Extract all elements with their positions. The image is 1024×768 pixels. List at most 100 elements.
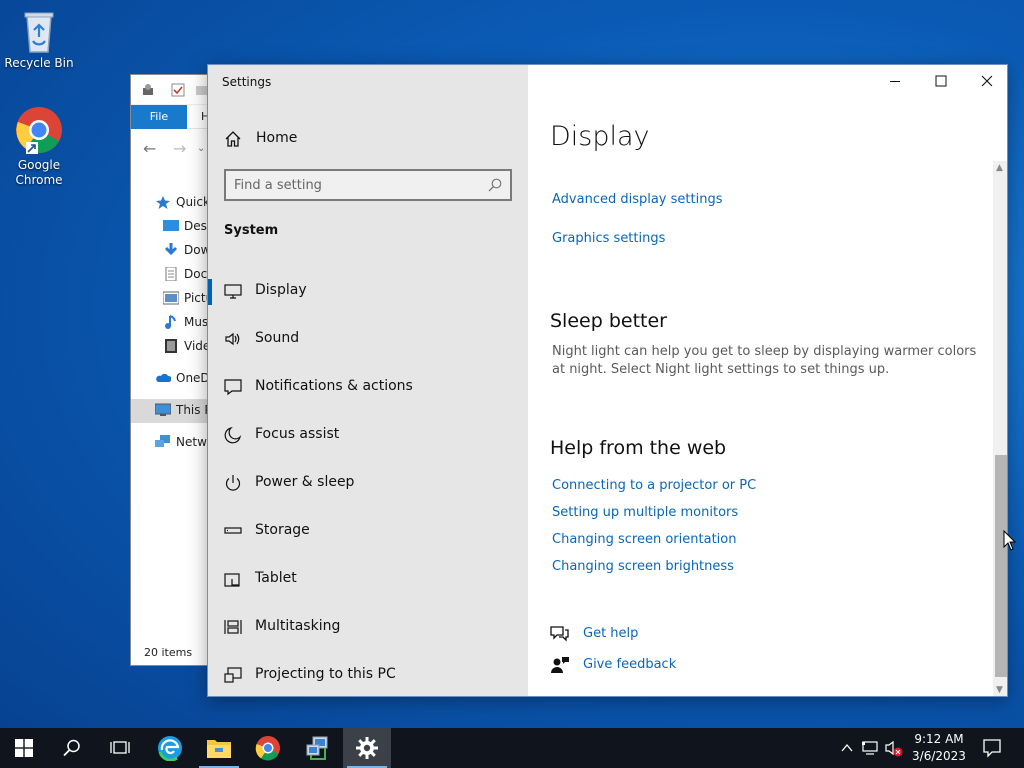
- clock-time: 9:12 AM: [914, 732, 964, 746]
- checkbox-icon[interactable]: [171, 83, 185, 97]
- edge-icon: [158, 736, 182, 761]
- taskbar-search-button[interactable]: [48, 728, 96, 768]
- taskbar-settings-button[interactable]: [343, 728, 391, 768]
- find-setting-input[interactable]: [234, 175, 474, 195]
- chrome-icon: [16, 107, 62, 154]
- volume-muted-icon[interactable]: [884, 728, 904, 768]
- power-icon: [225, 475, 241, 491]
- minimize-button[interactable]: [872, 65, 918, 97]
- tree-item-documents[interactable]: Docu: [131, 263, 219, 287]
- maximize-icon: [935, 75, 947, 87]
- file-tab[interactable]: File: [131, 105, 187, 129]
- task-view-button[interactable]: [96, 728, 144, 768]
- settings-gear-icon: [356, 737, 378, 759]
- home-icon: [225, 131, 241, 147]
- desktop-icon-google-chrome[interactable]: Google Chrome: [1, 104, 77, 188]
- tablet-icon: [224, 573, 240, 587]
- maximize-button[interactable]: [918, 65, 964, 97]
- tree-item-desktop[interactable]: Desk: [131, 215, 219, 239]
- settings-content-pane: Display Advanced display settings Graphi…: [528, 65, 1007, 696]
- mouse-pointer-icon: [1003, 530, 1017, 551]
- explorer-nav-bar: ← → ⌄: [131, 129, 219, 169]
- show-hidden-icons-chevron-icon[interactable]: [840, 728, 854, 768]
- scroll-down-icon[interactable]: ▼: [996, 685, 1003, 695]
- nav-item-notifications[interactable]: Notifications & actions: [208, 367, 528, 407]
- content-scrollbar[interactable]: ▲ ▼: [993, 161, 1007, 696]
- this-pc-icon: [155, 403, 171, 416]
- sleep-better-description: Night light can help you get to sleep by…: [552, 344, 977, 377]
- properties-icon[interactable]: [141, 83, 155, 97]
- taskbar-chrome-button[interactable]: [244, 728, 292, 768]
- forward-arrow-icon[interactable]: →: [173, 139, 186, 158]
- nav-item-tablet[interactable]: Tablet: [208, 559, 528, 599]
- get-help-link[interactable]: Get help: [583, 626, 638, 641]
- chevron-down-icon[interactable]: ⌄: [197, 143, 205, 154]
- home-label: Home: [256, 130, 298, 146]
- taskbar-edge-button[interactable]: [146, 728, 194, 768]
- help-link-screen-brightness[interactable]: Changing screen brightness: [552, 559, 734, 574]
- nav-item-power-sleep[interactable]: Power & sleep: [208, 463, 528, 503]
- help-link-projector[interactable]: Connecting to a projector or PC: [552, 478, 756, 493]
- active-indicator: [208, 279, 212, 305]
- tree-item-videos[interactable]: Vide: [131, 335, 219, 359]
- star-icon: [156, 196, 170, 209]
- videos-icon: [165, 339, 177, 353]
- scroll-up-icon[interactable]: ▲: [996, 163, 1003, 173]
- explorer-title-bar: [131, 75, 219, 105]
- taskbar-file-explorer-button[interactable]: [195, 728, 243, 768]
- documents-icon: [165, 267, 177, 281]
- monitor-icon: [224, 284, 242, 299]
- category-heading: System: [224, 223, 279, 238]
- tree-item-music[interactable]: Musi: [131, 311, 219, 335]
- nav-item-projecting[interactable]: Projecting to this PC: [208, 655, 528, 695]
- downloads-icon: [164, 243, 178, 256]
- graphics-settings-link[interactable]: Graphics settings: [552, 231, 665, 246]
- scrollbar-thumb[interactable]: [995, 455, 1007, 677]
- help-link-multiple-monitors[interactable]: Setting up multiple monitors: [552, 505, 738, 520]
- nav-item-display[interactable]: Display: [208, 271, 528, 311]
- tree-item-onedrive[interactable]: OneDr: [131, 367, 219, 391]
- nav-item-sound[interactable]: Sound: [208, 319, 528, 359]
- help-link-screen-orientation[interactable]: Changing screen orientation: [552, 532, 736, 547]
- feedback-icon: [551, 657, 569, 673]
- search-icon[interactable]: [488, 178, 502, 192]
- close-button[interactable]: [964, 65, 1007, 97]
- recycle-bin-icon: [24, 12, 54, 53]
- task-view-icon: [110, 741, 130, 754]
- nav-item-multitasking[interactable]: Multitasking: [208, 607, 528, 647]
- advanced-display-settings-link[interactable]: Advanced display settings: [552, 192, 722, 207]
- desktop-icon-recycle-bin[interactable]: Recycle Bin: [1, 8, 77, 71]
- multitasking-icon: [224, 620, 242, 634]
- pictures-icon: [163, 291, 179, 305]
- window-title: Settings: [222, 75, 272, 89]
- desktop-icon-label: Google Chrome: [15, 158, 63, 187]
- taskbar-network-app-button[interactable]: [294, 728, 342, 768]
- give-feedback-link[interactable]: Give feedback: [583, 657, 676, 672]
- settings-window[interactable]: Settings Home System Display Sound: [207, 64, 1008, 697]
- get-help-icon: [550, 626, 569, 642]
- settings-search-box[interactable]: [224, 169, 512, 201]
- taskbar-clock[interactable]: 9:12 AM 3/6/2023: [906, 731, 972, 765]
- item-count-status: 20 items: [144, 646, 193, 659]
- navigation-pane: Quick Desk Dow Docu Pictu Musi Vide OneD…: [131, 191, 219, 455]
- storage-icon: [224, 527, 242, 534]
- back-arrow-icon[interactable]: ←: [143, 139, 156, 158]
- settings-sidebar: Settings Home System Display Sound: [208, 65, 528, 696]
- tree-item-downloads[interactable]: Dow: [131, 239, 219, 263]
- taskbar: 9:12 AM 3/6/2023: [0, 728, 1024, 768]
- nav-item-storage[interactable]: Storage: [208, 511, 528, 551]
- desktop-folder-icon: [163, 220, 179, 231]
- network-status-icon[interactable]: [862, 728, 880, 768]
- action-center-icon[interactable]: [982, 728, 1002, 768]
- tree-item-quick-access[interactable]: Quick: [131, 191, 219, 215]
- music-icon: [165, 315, 176, 329]
- notifications-icon: [224, 379, 242, 396]
- nav-item-focus-assist[interactable]: Focus assist: [208, 415, 528, 455]
- tree-item-this-pc[interactable]: This P: [131, 399, 219, 423]
- chrome-icon: [255, 736, 280, 761]
- tree-item-pictures[interactable]: Pictu: [131, 287, 219, 311]
- start-button[interactable]: [0, 728, 48, 768]
- sleep-better-heading: Sleep better: [550, 310, 667, 332]
- tree-item-network[interactable]: Netwo: [131, 431, 219, 455]
- explorer-ribbon: File H: [131, 105, 219, 129]
